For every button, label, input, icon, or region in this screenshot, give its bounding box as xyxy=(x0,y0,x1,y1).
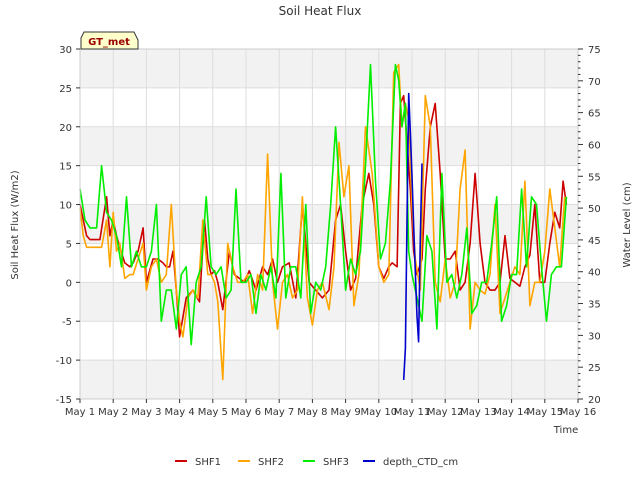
legend-label-SHF2: SHF2 xyxy=(258,457,284,468)
x-axis-label: Time xyxy=(553,425,578,436)
x-tick-label: May 9 xyxy=(330,407,360,418)
y-tick-label: -15 xyxy=(56,395,72,406)
y2-tick-label: 20 xyxy=(588,395,601,406)
x-tick-label: May 13 xyxy=(460,407,497,418)
legend-label-SHF1: SHF1 xyxy=(195,457,221,468)
y2-tick-label: 35 xyxy=(588,300,601,311)
y2-tick-label: 30 xyxy=(588,331,601,342)
x-tick-label: May 3 xyxy=(131,407,161,418)
background-band xyxy=(80,126,578,166)
y-tick-label: 10 xyxy=(59,201,72,212)
station-badge: GT_met xyxy=(80,31,139,50)
y-tick-label: 5 xyxy=(66,239,72,250)
x-tick-label: May 6 xyxy=(231,407,261,418)
y2-tick-label: 25 xyxy=(588,363,601,374)
x-tick-label: May 15 xyxy=(527,407,564,418)
y-tick-label: 20 xyxy=(59,123,72,134)
y-axis-right: 20 25 30 35 40 45 50 55 60 65 70 75 xyxy=(578,45,601,406)
y2-tick-label: 70 xyxy=(588,77,601,88)
soil-heat-flux-chart: May 1 May 2 May 3 May 4 May 5 May 6 May 7 May 8… xyxy=(10,4,633,468)
y2-tick-label: 40 xyxy=(588,268,601,279)
y2-tick-label: 60 xyxy=(588,140,601,151)
y2-axis-label: Water Level (cm) xyxy=(622,182,633,267)
y-tick-label: 0 xyxy=(66,278,72,289)
y2-tick-label: 50 xyxy=(588,204,601,215)
x-tick-label: May 1 xyxy=(65,407,95,418)
legend-label-depth_CTD_cm: depth_CTD_cm xyxy=(383,457,458,468)
x-tick-label: May 11 xyxy=(394,407,431,418)
y-tick-label: 25 xyxy=(59,84,72,95)
legend: SHF1 SHF2 SHF3 depth_CTD_cm xyxy=(175,457,458,468)
y-axis-label: Soil Heat Flux (W/m2) xyxy=(10,170,21,279)
chart-title: Soil Heat Flux xyxy=(279,4,362,18)
x-tick-label: May 10 xyxy=(361,407,398,418)
y-tick-label: 30 xyxy=(59,45,72,56)
x-tick-label: May 4 xyxy=(164,407,194,418)
y2-tick-label: 55 xyxy=(588,172,601,183)
x-tick-label: May 2 xyxy=(98,407,128,418)
y-axis-left: -15 -10 -5 0 5 10 15 20 25 30 xyxy=(56,45,80,406)
x-tick-label: May 14 xyxy=(493,407,530,418)
y-tick-label: -10 xyxy=(56,356,72,367)
legend-label-SHF3: SHF3 xyxy=(323,457,349,468)
x-tick-label: May 7 xyxy=(264,407,294,418)
y2-tick-label: 45 xyxy=(588,236,601,247)
x-axis: May 1 May 2 May 3 May 4 May 5 May 6 May 7 May 8… xyxy=(65,399,596,418)
x-tick-label: May 16 xyxy=(560,407,597,418)
background-band xyxy=(80,49,578,88)
x-tick-label: May 8 xyxy=(297,407,327,418)
x-tick-label: May 5 xyxy=(198,407,228,418)
y2-tick-label: 65 xyxy=(588,109,601,120)
y-tick-label: -5 xyxy=(62,317,72,328)
y2-tick-label: 75 xyxy=(588,45,601,56)
x-tick-label: May 12 xyxy=(427,407,464,418)
badge-label: GT_met xyxy=(88,37,130,48)
background-band xyxy=(80,360,578,399)
y-tick-label: 15 xyxy=(59,162,72,173)
